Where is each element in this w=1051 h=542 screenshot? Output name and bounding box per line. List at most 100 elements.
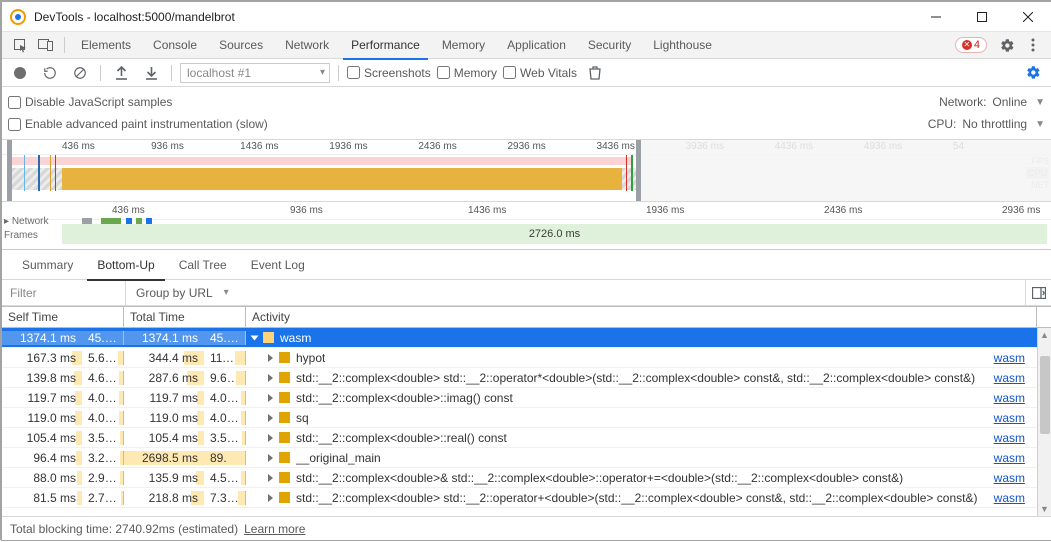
expand-icon[interactable]	[268, 434, 273, 442]
main-tab-memory[interactable]: Memory	[432, 32, 495, 59]
table-row[interactable]: 119.0 ms4.0 %119.0 ms4.0 %sqwasm	[2, 408, 1051, 428]
scroll-thumb[interactable]	[1040, 356, 1050, 434]
table-row[interactable]: 81.5 ms2.7 %218.8 ms7.3 %std::__2::compl…	[2, 488, 1051, 508]
network-label: Network:	[939, 95, 986, 109]
record-button[interactable]	[8, 61, 32, 85]
scroll-up-icon[interactable]: ▲	[1040, 328, 1049, 342]
error-count-badge[interactable]: ✕ 4	[955, 37, 987, 53]
script-category-icon	[279, 452, 290, 463]
subtab-event-log[interactable]: Event Log	[239, 250, 317, 280]
enable-paint-input[interactable]	[8, 118, 21, 131]
device-toolbar-icon[interactable]	[34, 33, 58, 57]
overview-tick: 3436 ms	[597, 141, 635, 152]
activity-name: sq	[296, 411, 309, 425]
context-selector[interactable]: localhost #1	[180, 63, 330, 83]
source-link[interactable]: wasm	[994, 411, 1031, 425]
overview-tick: 436 ms	[62, 141, 95, 152]
memory-checkbox-input[interactable]	[437, 66, 450, 79]
table-row[interactable]: 105.4 ms3.5 %105.4 ms3.5 %std::__2::comp…	[2, 428, 1051, 448]
source-link[interactable]: wasm	[994, 451, 1031, 465]
col-self-time[interactable]: Self Time	[2, 307, 124, 327]
frame-block[interactable]: 2726.0 ms	[62, 224, 1047, 244]
screenshots-checkbox[interactable]: Screenshots	[347, 66, 431, 80]
track-tick: 2936 ms	[1002, 205, 1040, 216]
subtab-bottom-up[interactable]: Bottom-Up	[85, 250, 166, 280]
col-activity[interactable]: Activity	[246, 307, 1037, 327]
source-link[interactable]: wasm	[994, 491, 1031, 505]
memory-checkbox[interactable]: Memory	[437, 66, 497, 80]
network-track-label[interactable]: ▸ Network	[4, 216, 49, 227]
window-maximize-button[interactable]	[959, 2, 1005, 31]
table-row[interactable]: 1374.1 ms45.7 %1374.1 ms45.7 %wasm	[2, 328, 1051, 348]
source-link[interactable]: wasm	[994, 351, 1031, 365]
filter-input[interactable]	[2, 280, 126, 305]
clear-button[interactable]	[68, 61, 92, 85]
source-link[interactable]: wasm	[994, 471, 1031, 485]
expand-icon[interactable]	[268, 494, 273, 502]
collapse-icon[interactable]	[251, 335, 259, 340]
expand-icon[interactable]	[268, 394, 273, 402]
col-total-time[interactable]: Total Time	[124, 307, 246, 327]
source-link[interactable]: wasm	[994, 431, 1031, 445]
subtab-summary[interactable]: Summary	[10, 250, 85, 280]
table-row[interactable]: 167.3 ms5.6 %344.4 ms11.5 %hypotwasm	[2, 348, 1051, 368]
table-row[interactable]: 96.4 ms3.2 %2698.5 ms89.7 %__original_ma…	[2, 448, 1051, 468]
expand-icon[interactable]	[268, 474, 273, 482]
activity-name: __original_main	[296, 451, 381, 465]
overview-handle-left[interactable]	[7, 140, 12, 201]
inspect-element-icon[interactable]	[8, 33, 32, 57]
main-tab-bar: ElementsConsoleSourcesNetworkPerformance…	[2, 32, 1051, 59]
expand-icon[interactable]	[268, 374, 273, 382]
enable-paint-instrumentation-checkbox[interactable]: Enable advanced paint instrumentation (s…	[8, 117, 268, 131]
screenshots-checkbox-input[interactable]	[347, 66, 360, 79]
settings-gear-icon[interactable]	[995, 33, 1019, 57]
overview-tick: 1436 ms	[240, 141, 278, 152]
expand-icon[interactable]	[268, 414, 273, 422]
activity-name: std::__2::complex<double> std::__2::oper…	[296, 371, 975, 385]
garbage-collect-button[interactable]	[583, 61, 607, 85]
performance-toolbar: localhost #1 Screenshots Memory Web Vita…	[2, 59, 1051, 87]
main-tab-performance[interactable]: Performance	[341, 32, 430, 59]
reload-record-button[interactable]	[38, 61, 62, 85]
show-heaviest-stack-button[interactable]	[1025, 280, 1051, 305]
window-close-button[interactable]	[1005, 2, 1051, 31]
table-row[interactable]: 119.7 ms4.0 %119.7 ms4.0 %std::__2::comp…	[2, 388, 1051, 408]
table-row[interactable]: 88.0 ms2.9 %135.9 ms4.5 %std::__2::compl…	[2, 468, 1051, 488]
source-link[interactable]: wasm	[994, 371, 1031, 385]
network-throttling-select[interactable]: Online ▼	[992, 95, 1045, 109]
memory-label: Memory	[454, 66, 497, 80]
expand-icon[interactable]	[268, 354, 273, 362]
web-vitals-checkbox[interactable]: Web Vitals	[503, 66, 577, 80]
timeline-tracks[interactable]: 436 ms936 ms1436 ms1936 ms2436 ms2936 ms…	[2, 202, 1051, 250]
web-vitals-checkbox-input[interactable]	[503, 66, 516, 79]
scroll-down-icon[interactable]: ▼	[1040, 502, 1049, 516]
save-profile-button[interactable]	[139, 61, 163, 85]
script-category-icon	[279, 472, 290, 483]
group-by-select[interactable]: Group by URL	[126, 280, 237, 305]
main-tab-lighthouse[interactable]: Lighthouse	[643, 32, 722, 59]
table-scrollbar[interactable]: ▲ ▼	[1037, 328, 1051, 516]
main-tab-elements[interactable]: Elements	[71, 32, 141, 59]
main-tab-sources[interactable]: Sources	[209, 32, 273, 59]
kebab-menu-icon[interactable]	[1021, 33, 1045, 57]
capture-settings-gear-icon[interactable]	[1021, 61, 1045, 85]
main-tab-application[interactable]: Application	[497, 32, 576, 59]
timeline-overview[interactable]: 436 ms936 ms1436 ms1936 ms2436 ms2936 ms…	[2, 140, 1051, 202]
subtab-call-tree[interactable]: Call Tree	[167, 250, 239, 280]
cpu-throttling-select[interactable]: No throttling ▼	[962, 117, 1045, 131]
disable-js-samples-input[interactable]	[8, 96, 21, 109]
disable-js-samples-label: Disable JavaScript samples	[25, 95, 172, 109]
load-profile-button[interactable]	[109, 61, 133, 85]
disable-js-samples-checkbox[interactable]: Disable JavaScript samples	[8, 95, 172, 109]
main-tab-network[interactable]: Network	[275, 32, 339, 59]
script-category-icon	[279, 412, 290, 423]
main-tab-console[interactable]: Console	[143, 32, 207, 59]
main-tab-security[interactable]: Security	[578, 32, 641, 59]
source-link[interactable]: wasm	[994, 391, 1031, 405]
frames-track-label[interactable]: Frames	[4, 230, 38, 241]
learn-more-link[interactable]: Learn more	[244, 522, 305, 536]
window-minimize-button[interactable]	[913, 2, 959, 31]
window-title: DevTools - localhost:5000/mandelbrot	[34, 10, 913, 24]
table-row[interactable]: 139.8 ms4.6 %287.6 ms9.6 %std::__2::comp…	[2, 368, 1051, 388]
expand-icon[interactable]	[268, 454, 273, 462]
